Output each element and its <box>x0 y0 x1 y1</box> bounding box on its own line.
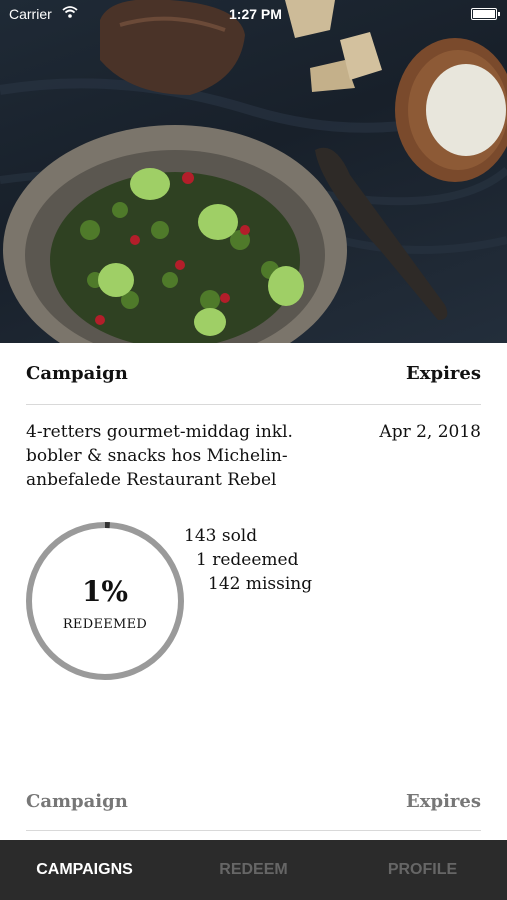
campaign-expiry-date: Apr 2, 2018 <box>379 422 481 442</box>
sold-count: 143 sold <box>184 526 258 546</box>
battery-icon <box>471 8 500 20</box>
redeemed-label: REDEEMED <box>62 617 148 632</box>
campaign-stats: 143 sold 1 redeemed 142 missing <box>184 524 312 596</box>
list-header: Campaign Expires <box>26 343 481 405</box>
campaign-title: 4-retters gourmet-middag inkl. bobler & … <box>26 422 293 490</box>
clock: 1:27 PM <box>229 6 282 22</box>
missing-count: 142 missing <box>208 574 313 594</box>
campaign-column-label: Campaign <box>26 791 128 812</box>
status-bar: Carrier 1:27 PM <box>0 0 507 28</box>
hero-image <box>0 0 507 343</box>
tab-profile[interactable]: PROFILE <box>338 840 507 900</box>
campaign-column-label: Campaign <box>26 363 128 384</box>
redeemed-percent: 1% <box>81 575 129 608</box>
expires-column-label: Expires <box>406 363 481 384</box>
redeemed-progress-ring: 1% REDEEMED <box>25 521 185 681</box>
expires-column-label: Expires <box>406 791 481 812</box>
tab-redeem[interactable]: REDEEM <box>169 840 338 900</box>
food-photo-illustration <box>0 0 507 343</box>
redeemed-count: 1 redeemed <box>196 550 299 570</box>
tab-campaigns[interactable]: CAMPAIGNS <box>0 840 169 900</box>
list-header-next: Campaign Expires <box>26 773 481 831</box>
tab-bar: CAMPAIGNS REDEEM PROFILE <box>0 840 507 900</box>
wifi-icon <box>62 5 78 22</box>
carrier-label: Carrier <box>9 6 52 22</box>
